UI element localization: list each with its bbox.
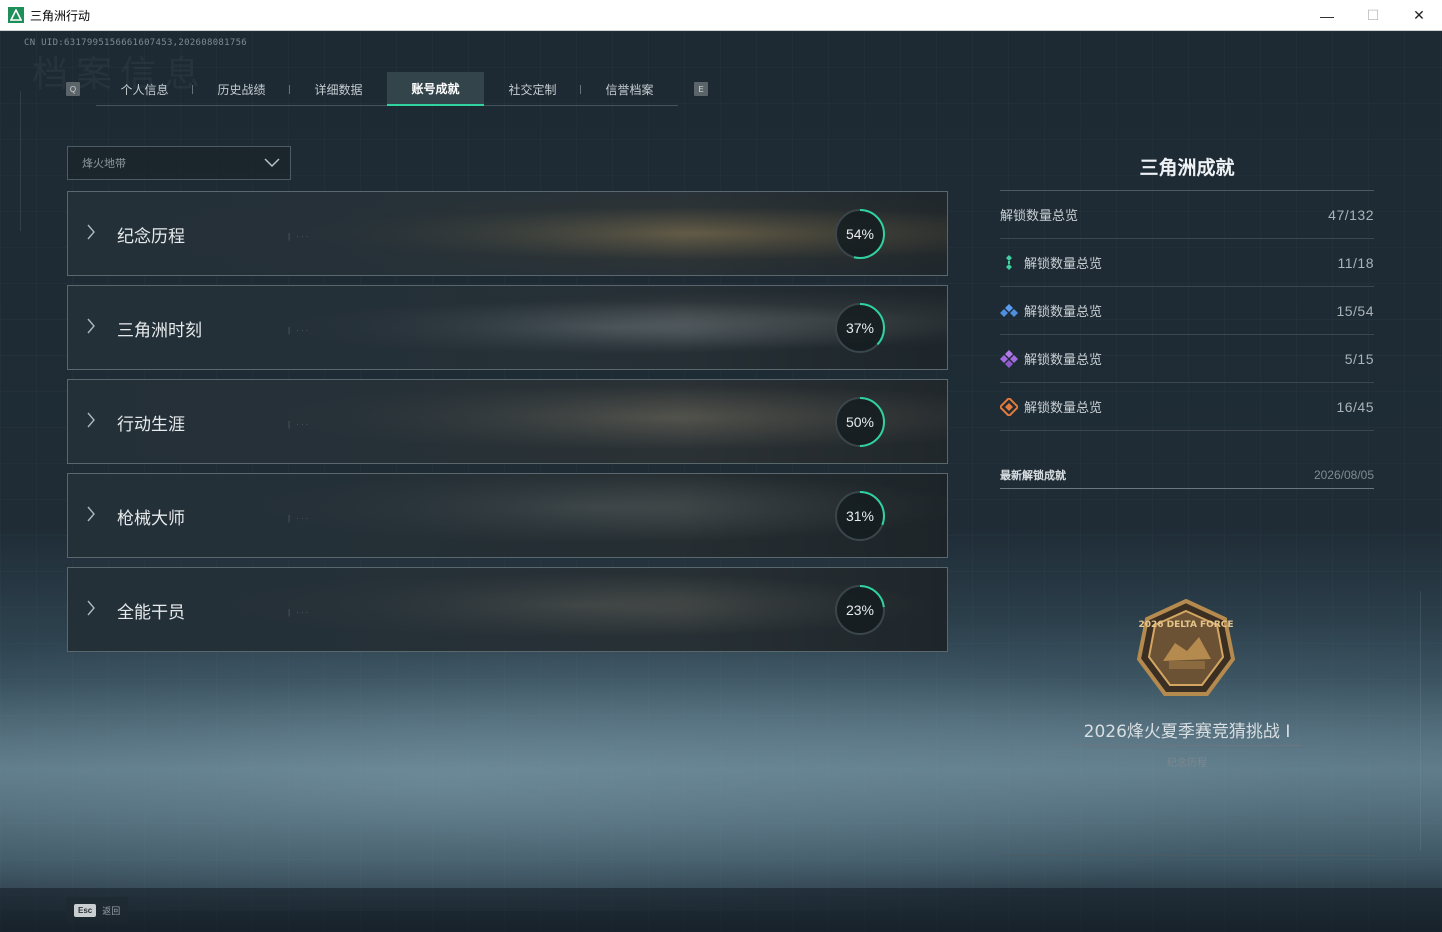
orange-tier-icon [1000,397,1018,416]
chevron-right-icon [87,600,95,616]
stat-value: 16/45 [1336,398,1374,415]
category-name: 全能干员 [117,603,185,623]
esc-key-hint: Esc [74,903,97,917]
chevron-right-icon [87,224,95,240]
decor-dots: | ··· [288,514,311,523]
progress-ring: 37% [833,301,887,355]
purple-tier-icon [1000,349,1018,368]
latest-date: 2026/08/05 [1313,467,1374,482]
tab-personal-info[interactable]: 个人信息 [96,72,193,106]
chevron-right-icon [87,412,95,428]
chevron-right-icon [87,506,95,522]
tab-label: 信誉档案 [605,82,654,97]
tab-label: 详细数据 [314,82,363,97]
stat-value: 11/18 [1337,254,1374,271]
tab-bar: Q 个人信息 历史战绩 详细数据 账号成就 社交定制 信誉档案 E [66,72,708,106]
latest-achievement-header: 最新解锁成就 2026/08/05 [1000,461,1374,489]
decor-dots: | ··· [288,608,311,617]
tab-social-custom[interactable]: 社交定制 [484,72,581,106]
progress-percent: 50% [845,414,875,430]
stat-label: 解锁数量总览 [1024,401,1103,416]
prev-tab-key-hint[interactable]: Q [66,82,80,96]
tab-credit-record[interactable]: 信誉档案 [581,72,678,106]
stat-label: 解锁数量总览 [1000,209,1079,224]
progress-ring: 23% [833,583,887,637]
latest-underline [1072,745,1302,746]
app-logo-icon [8,7,24,23]
badge-text: 2026 DELTA FORCE [1138,620,1233,630]
mode-select[interactable]: 烽火地带 [67,146,291,180]
category-name: 纪念历程 [117,227,185,247]
decor-line [1420,591,1421,851]
progress-percent: 31% [845,508,875,524]
latest-achievement-name: 2026烽火夏季赛竞猜挑战 I [1083,722,1291,742]
stat-value: 47/132 [1328,206,1374,223]
next-tab-key-hint[interactable]: E [694,82,708,96]
achievement-category-list: 纪念历程 | ··· 54% 三角洲时刻 | ··· 37% 行动生涯 | ··… [67,191,948,661]
category-name: 三角洲时刻 [117,321,202,341]
decor-dots: | ··· [288,326,311,335]
tab-strip: 个人信息 历史战绩 详细数据 账号成就 社交定制 信誉档案 [96,72,678,106]
latest-header-label: 最新解锁成就 [1000,468,1066,482]
stat-label: 解锁数量总览 [1024,257,1103,272]
category-row[interactable]: 纪念历程 | ··· 54% [67,191,948,276]
green-tier-icon [1000,254,1018,272]
stat-row-orange: 解锁数量总览 16/45 [1000,383,1374,431]
category-row[interactable]: 三角洲时刻 | ··· 37% [67,285,948,370]
tab-achievements[interactable]: 账号成就 [387,72,484,106]
progress-percent: 37% [845,320,875,336]
progress-percent: 54% [845,226,875,242]
stat-row-purple: 解锁数量总览 5/15 [1000,335,1374,383]
achievement-badge-icon[interactable]: 2026 DELTA FORCE [1135,598,1237,701]
category-shade [68,474,947,557]
minimize-button[interactable]: — [1304,0,1350,31]
progress-ring: 31% [833,489,887,543]
close-button[interactable]: ✕ [1396,0,1442,31]
back-label: 返回 [102,906,121,917]
category-shade [68,192,947,275]
panel-title: 三角洲成就 [1000,149,1374,191]
latest-achievement-category: 纪念历程 [1167,758,1207,769]
decor-line [20,91,21,231]
category-shade [68,568,947,651]
category-name: 枪械大师 [117,509,185,529]
stat-row-total: 解锁数量总览 47/132 [1000,191,1374,239]
back-button[interactable]: Esc 返回 [66,897,128,923]
window-title: 三角洲行动 [30,8,91,23]
stat-value: 15/54 [1336,302,1374,319]
blue-tier-icon [1000,302,1018,320]
window-titlebar: 三角洲行动 — ☐ ✕ [0,0,1442,31]
mode-select-value: 烽火地带 [82,157,126,170]
tab-label: 历史战绩 [217,82,266,97]
game-viewport: 档案信息 CN UID:6317995156661607453,20260808… [0,31,1442,932]
progress-ring: 50% [833,395,887,449]
tab-label: 账号成就 [411,81,460,96]
progress-ring: 54% [833,207,887,261]
stat-row-green: 解锁数量总览 11/18 [1000,239,1374,287]
progress-percent: 23% [845,602,875,618]
tab-label: 社交定制 [508,82,557,97]
stat-row-blue: 解锁数量总览 15/54 [1000,287,1374,335]
bottom-bar [0,888,1442,932]
category-name: 行动生涯 [117,415,185,435]
tab-detailed-data[interactable]: 详细数据 [290,72,387,106]
decor-dots: | ··· [288,232,311,241]
stat-label: 解锁数量总览 [1024,305,1103,320]
category-row[interactable]: 行动生涯 | ··· 50% [67,379,948,464]
tab-label: 个人信息 [120,82,169,97]
tab-match-history[interactable]: 历史战绩 [193,72,290,106]
category-shade [68,380,947,463]
category-row[interactable]: 枪械大师 | ··· 31% [67,473,948,558]
uid-label: CN UID:6317995156661607453,202608081756 [24,38,248,48]
stat-value: 5/15 [1344,350,1374,367]
achievement-summary-panel: 三角洲成就 解锁数量总览 47/132 解锁数量总览 11/18 解锁数量总览 … [1000,149,1374,489]
decor-dots: | ··· [288,420,311,429]
chevron-right-icon [87,318,95,334]
panel-divider [1000,855,1374,856]
category-row[interactable]: 全能干员 | ··· 23% [67,567,948,652]
maximize-button[interactable]: ☐ [1350,0,1396,31]
chevron-down-icon [264,158,280,168]
stat-label: 解锁数量总览 [1024,353,1103,368]
